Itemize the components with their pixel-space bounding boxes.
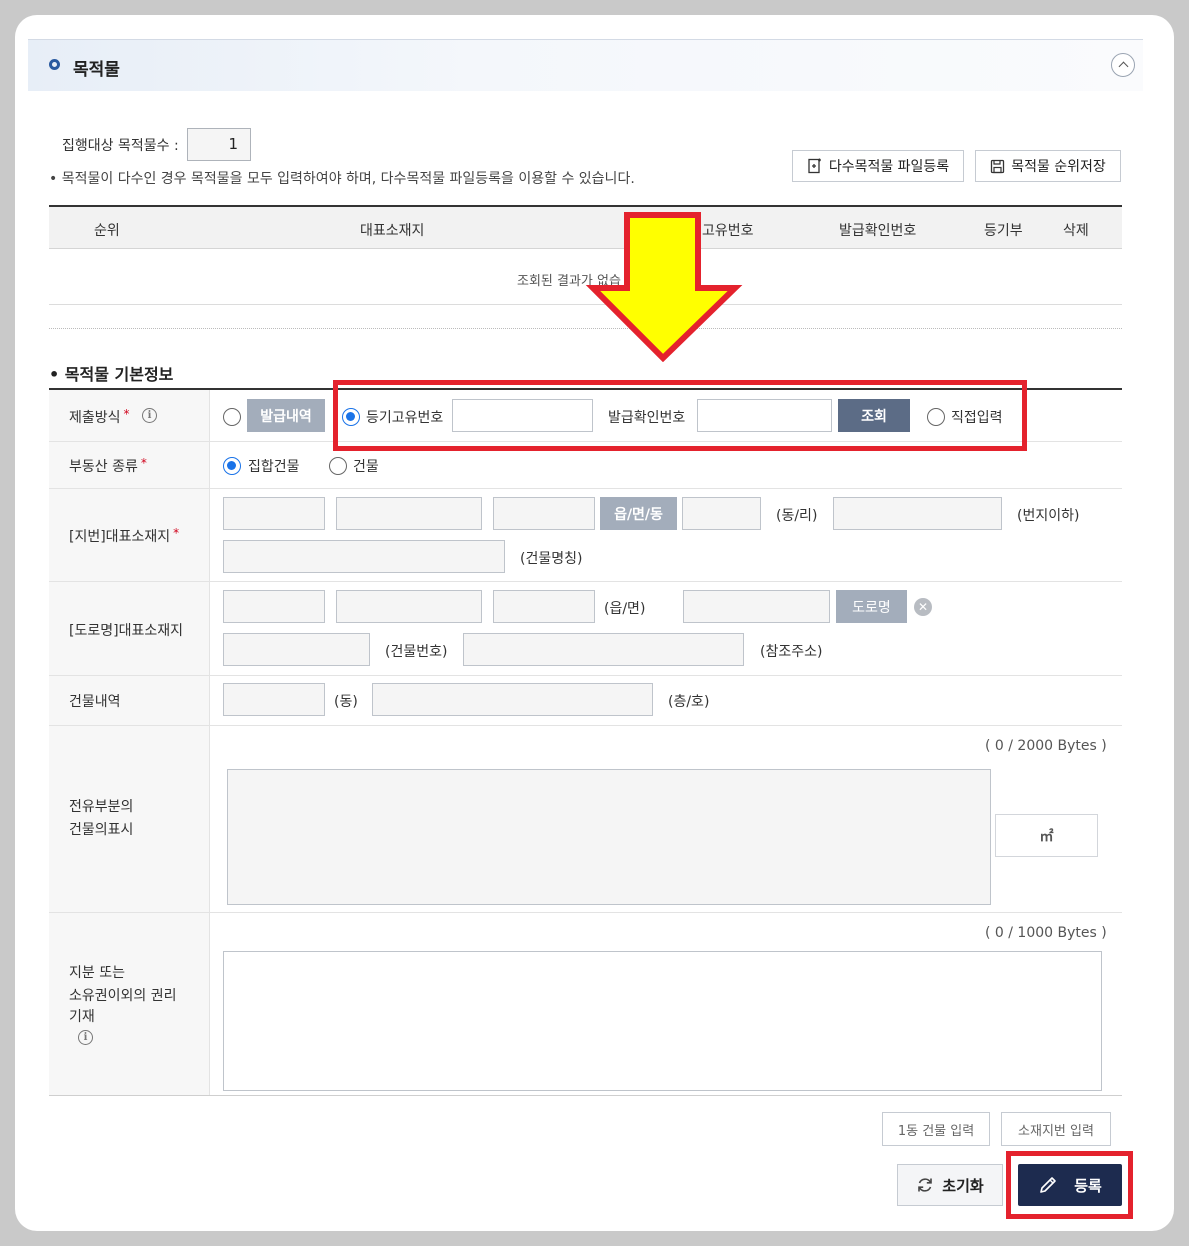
lot-address-label: [지번]대표소재지 * [69, 526, 179, 546]
building-name-label: (건물명칭) [520, 551, 583, 567]
one-building-input-button[interactable]: 1동 건물 입력 [882, 1112, 990, 1146]
basic-info-title-text: 목적물 기본정보 [64, 365, 174, 384]
area-unit-box: ㎡ [995, 814, 1098, 857]
save-order-label: 목적물 순위저장 [1011, 159, 1106, 175]
share-rights-label-3: 기재 [69, 1009, 95, 1025]
file-add-icon [808, 158, 821, 174]
form-column-divider [209, 390, 210, 1096]
submit-method-label: 제출방식 * [69, 407, 130, 427]
road-name-field[interactable] [683, 590, 830, 623]
required-mark: * [173, 526, 180, 540]
property-type-label: 부동산 종류 * [69, 456, 147, 476]
col-address: 대표소재지 [360, 223, 425, 239]
lot-input-button[interactable]: 소재지번 입력 [1001, 1112, 1111, 1146]
dong-ri-label: (동/리) [776, 508, 818, 524]
col-rank: 순위 [94, 223, 120, 239]
panel-title: 목적물 [73, 60, 120, 80]
refresh-icon [918, 1178, 933, 1192]
row-divider [49, 675, 1122, 676]
share-rights-label-1: 지분 또는 [69, 965, 125, 981]
exclusive-part-textarea[interactable] [227, 769, 991, 905]
lot-address-label-text: [지번]대표소재지 [69, 529, 171, 545]
col-confirm-number: 발급확인번호 [839, 223, 917, 239]
save-icon [991, 159, 1005, 173]
save-order-button[interactable]: 목적물 순위저장 [975, 150, 1121, 182]
yellow-down-arrow-icon [585, 212, 743, 362]
row-divider [49, 581, 1122, 582]
share-rights-label-2: 소유권이외의 권리 [69, 988, 177, 1004]
town-search-button[interactable]: 읍/면/동 [600, 497, 677, 530]
property-type-label-text: 부동산 종류 [69, 459, 138, 475]
road-name-button[interactable]: 도로명 [836, 590, 907, 623]
exclusive-part-label-2: 건물의표시 [69, 822, 134, 838]
lot-number-label: (번지이하) [1017, 508, 1080, 524]
lot-dong-ri-field[interactable] [682, 497, 761, 530]
lot-building-name-field[interactable] [223, 540, 505, 573]
building-number-field[interactable] [223, 633, 370, 666]
bulk-upload-label: 다수목적물 파일등록 [828, 159, 950, 175]
form-bottom-border [49, 1095, 1122, 1096]
lot-number-field[interactable] [833, 497, 1002, 530]
radio-issue-history[interactable] [223, 408, 241, 426]
required-mark: * [123, 407, 130, 421]
radio-aggregate-building[interactable] [223, 457, 241, 475]
dong-label: (동) [334, 694, 358, 710]
building-detail-label: 건물내역 [69, 694, 121, 710]
lot-sigungu-field[interactable] [336, 497, 482, 530]
exclusive-part-bytes: ( 0 / 2000 Bytes ) [985, 738, 1107, 754]
reference-address-label: (참조주소) [760, 644, 823, 660]
building-number-label: (건물번호) [385, 644, 448, 660]
bulk-upload-button[interactable]: 다수목적물 파일등록 [792, 150, 964, 182]
info-icon[interactable]: i [142, 408, 157, 423]
lot-sido-field[interactable] [223, 497, 325, 530]
panel-header [28, 39, 1143, 91]
required-mark: * [140, 456, 147, 470]
col-delete: 삭제 [1063, 223, 1089, 239]
row-divider [49, 488, 1122, 489]
col-registry: 등기부 [984, 223, 1023, 239]
building-label: 건물 [353, 459, 379, 475]
target-count-input[interactable]: 1 [187, 128, 251, 161]
road-address-label: [도로명]대표소재지 [69, 623, 183, 639]
eup-myeon-label: (읍/면) [604, 601, 646, 617]
issue-history-button[interactable]: 발급내역 [247, 399, 325, 432]
highlight-box-registry [333, 380, 1027, 451]
collapse-chevron-up-icon[interactable] [1111, 53, 1135, 77]
notice-message: 목적물이 다수인 경우 목적물을 모두 입력하여야 하며, 다수목적물 파일등록… [61, 171, 635, 187]
info-icon[interactable]: i [78, 1030, 93, 1045]
floor-ho-field[interactable] [372, 683, 653, 716]
exclusive-part-label-1: 전유부분의 [69, 799, 134, 815]
building-dong-field[interactable] [223, 683, 325, 716]
radio-building[interactable] [329, 457, 347, 475]
basic-info-title: • 목적물 기본정보 [49, 365, 174, 384]
floor-ho-label: (층/호) [668, 694, 710, 710]
share-rights-bytes: ( 0 / 1000 Bytes ) [985, 925, 1107, 941]
lot-gu-field[interactable] [493, 497, 595, 530]
share-rights-textarea[interactable] [223, 951, 1102, 1091]
reference-address-field[interactable] [463, 633, 744, 666]
reset-label: 초기화 [942, 1176, 984, 1195]
target-count-label: 집행대상 목적물수 : [62, 138, 179, 154]
reset-button[interactable]: 초기화 [897, 1164, 1003, 1206]
aggregate-building-label: 집합건물 [248, 459, 300, 475]
section-bullet-icon [49, 59, 60, 70]
road-sido-field[interactable] [223, 590, 325, 623]
road-sigungu-field[interactable] [336, 590, 482, 623]
road-eup-myeon-field[interactable] [493, 590, 595, 623]
row-divider [49, 912, 1122, 913]
highlight-box-submit [1006, 1151, 1133, 1219]
clear-icon[interactable]: ✕ [914, 598, 932, 616]
submit-method-label-text: 제출방식 [69, 410, 121, 426]
row-divider [49, 725, 1122, 726]
notice-text: • 목적물이 다수인 경우 목적물을 모두 입력하여야 하며, 다수목적물 파일… [49, 171, 635, 187]
